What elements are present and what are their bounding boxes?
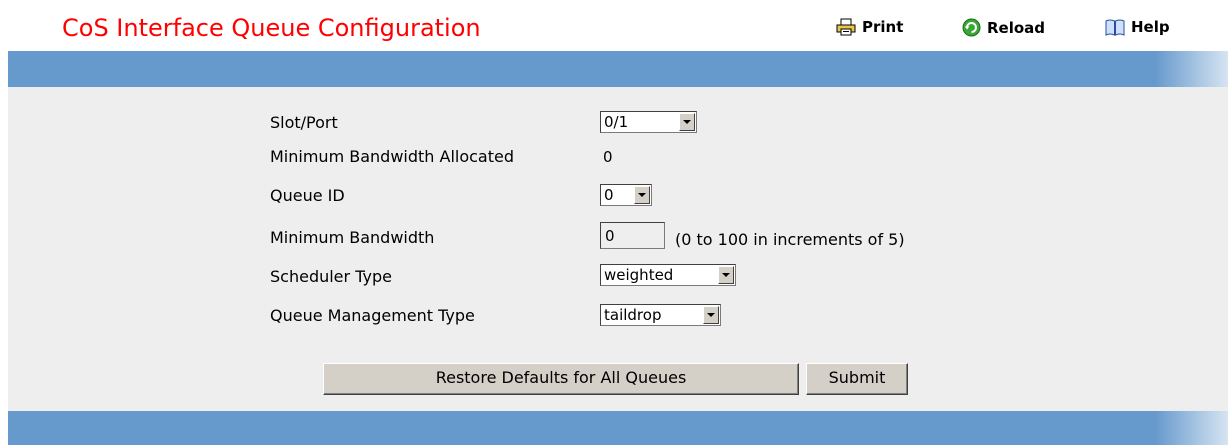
book-icon xyxy=(1105,19,1131,36)
queue-mgmt-type-value: taildrop xyxy=(604,306,662,324)
chevron-down-icon xyxy=(634,186,650,204)
reload-link[interactable]: Reload xyxy=(962,18,1045,37)
queue-id-value: 0 xyxy=(604,186,614,204)
chevron-down-icon xyxy=(718,266,734,284)
queue-mgmt-type-select[interactable]: taildrop xyxy=(600,304,721,326)
slot-port-value: 0/1 xyxy=(604,113,629,131)
printer-icon xyxy=(836,18,862,36)
min-bandwidth-hint: (0 to 100 in increments of 5) xyxy=(675,230,905,249)
print-link[interactable]: Print xyxy=(836,18,903,36)
page-title: CoS Interface Queue Configuration xyxy=(62,14,481,42)
footer-bar xyxy=(8,411,1228,445)
reload-icon xyxy=(962,18,987,37)
min-bandwidth-input[interactable] xyxy=(600,222,665,249)
restore-defaults-button[interactable]: Restore Defaults for All Queues xyxy=(323,363,799,395)
help-label: Help xyxy=(1131,18,1170,36)
min-bandwidth-allocated-value: 0 xyxy=(603,148,613,166)
chevron-down-icon xyxy=(703,306,719,324)
help-link[interactable]: Help xyxy=(1105,18,1170,36)
chevron-down-icon xyxy=(679,113,695,131)
queue-mgmt-type-label: Queue Management Type xyxy=(270,306,475,325)
scheduler-type-select[interactable]: weighted xyxy=(600,264,736,286)
queue-id-select[interactable]: 0 xyxy=(600,184,652,206)
min-bandwidth-allocated-label: Minimum Bandwidth Allocated xyxy=(270,147,514,166)
slot-port-select[interactable]: 0/1 xyxy=(600,111,697,133)
min-bandwidth-label: Minimum Bandwidth xyxy=(270,228,435,247)
scheduler-type-label: Scheduler Type xyxy=(270,267,392,286)
scheduler-type-value: weighted xyxy=(604,266,674,284)
reload-label: Reload xyxy=(987,18,1046,37)
print-label: Print xyxy=(862,18,904,36)
header-bar xyxy=(8,51,1228,87)
slot-port-label: Slot/Port xyxy=(270,113,338,132)
queue-id-label: Queue ID xyxy=(270,186,345,205)
submit-button[interactable]: Submit xyxy=(806,363,908,395)
